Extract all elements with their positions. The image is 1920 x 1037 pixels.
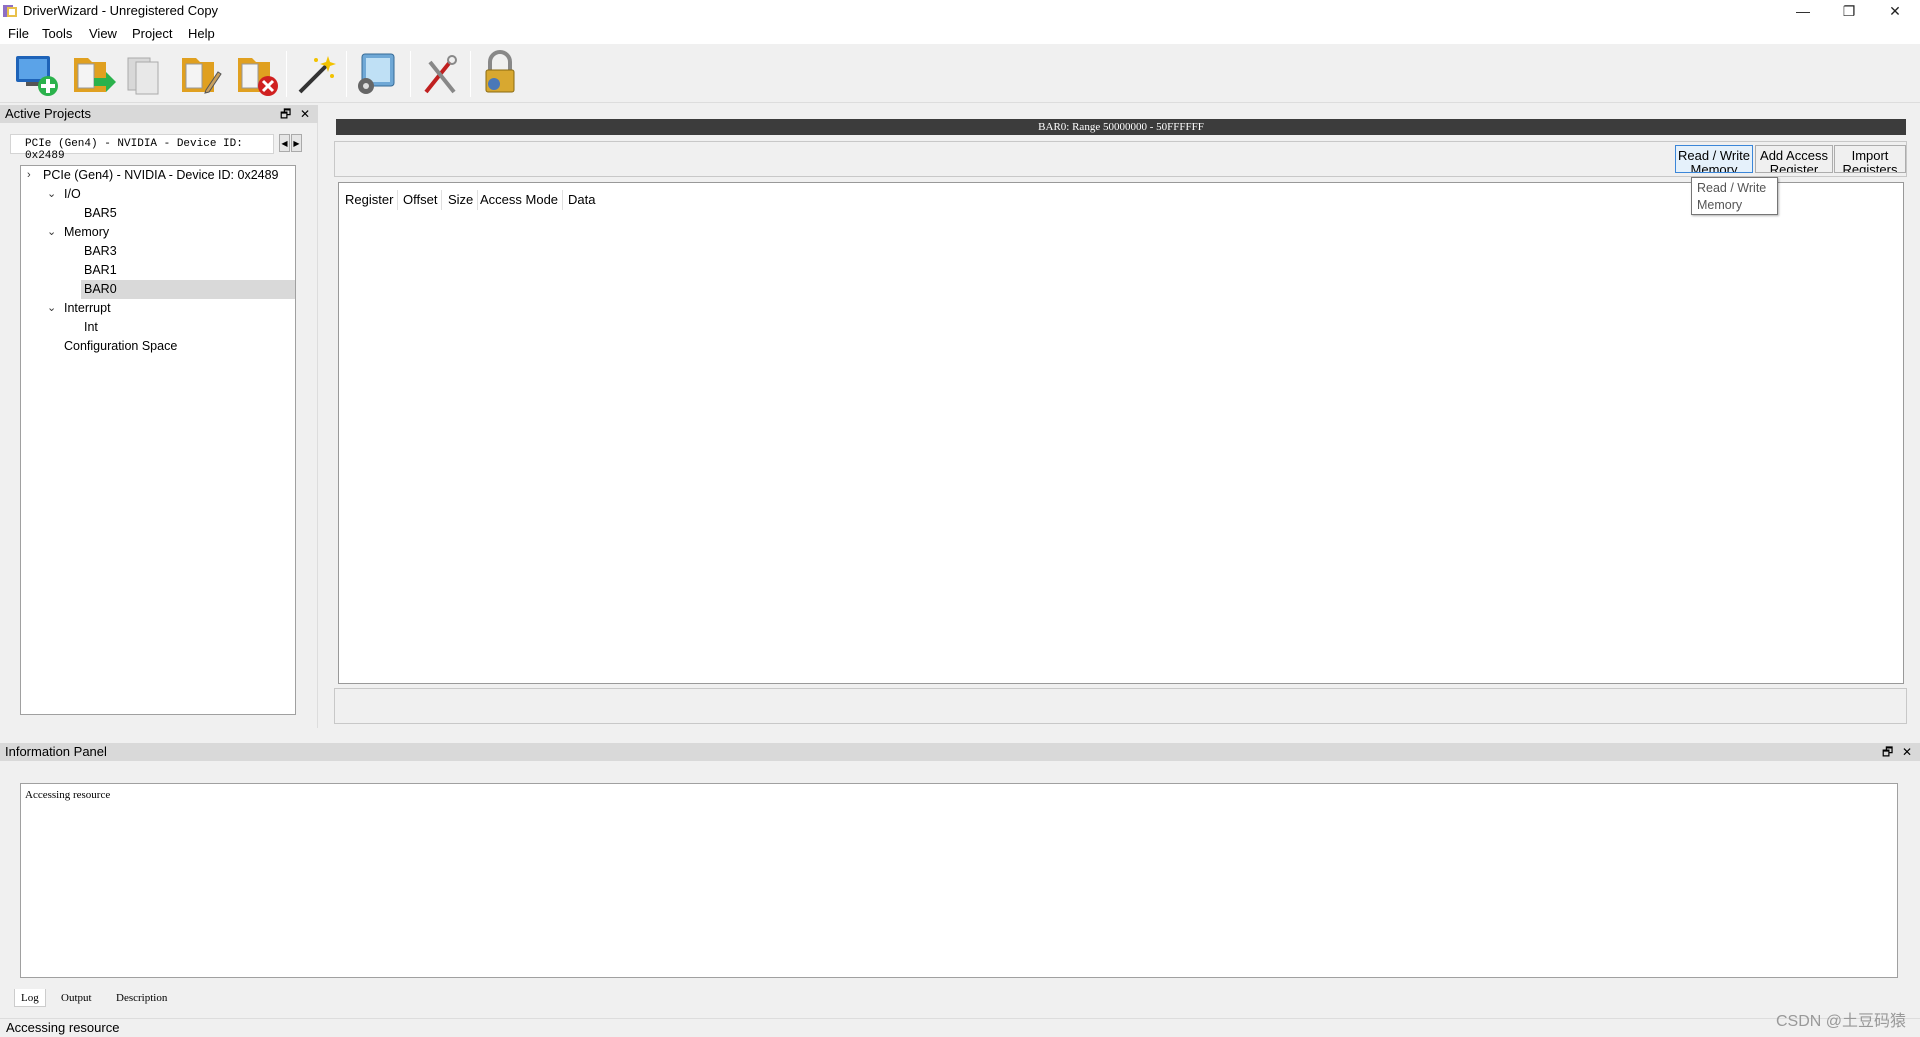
close-icon[interactable]: ✕ (300, 105, 310, 123)
information-panel-header: Information Panel 🗗 ✕ (0, 743, 1920, 761)
toolbar (0, 45, 1920, 103)
register-toolbar: Read / Write Memory Add Access Register … (334, 141, 1907, 177)
menu-project[interactable]: Project (132, 26, 172, 41)
column-offset[interactable]: Offset (403, 190, 443, 210)
watermark: CSDN @土豆码猿 (1775, 1013, 1906, 1030)
import-registers-button[interactable]: Import Registers (1834, 145, 1906, 173)
wizard-wand-icon[interactable] (292, 50, 340, 98)
expand-icon[interactable]: › (27, 166, 31, 185)
tree-item-device[interactable]: PCIe (Gen4) - NVIDIA - Device ID: 0x2489 (43, 166, 279, 185)
status-bar: Accessing resource (0, 1018, 1920, 1036)
save-project-icon[interactable] (122, 50, 170, 98)
edit-project-icon[interactable] (176, 50, 224, 98)
window-title: DriverWizard - Unregistered Copy (23, 3, 219, 18)
close-button[interactable]: ✕ (1872, 0, 1918, 22)
column-register[interactable]: Register (345, 190, 399, 210)
column-size[interactable]: Size (448, 190, 479, 210)
tree-item-int[interactable]: Int (84, 318, 98, 337)
tree-item-bar0[interactable]: BAR0 (81, 280, 295, 299)
status-text: Accessing resource (6, 1020, 120, 1035)
device-config-icon[interactable] (352, 50, 400, 98)
minimize-button[interactable]: — (1780, 0, 1826, 22)
title-bar: DriverWizard - Unregistered Copy — ❐ ✕ (0, 0, 1920, 22)
lock-icon[interactable] (476, 50, 524, 98)
project-tab[interactable]: PCIe (Gen4) - NVIDIA - Device ID: 0x2489 (10, 134, 274, 162)
tooltip: Read / Write Memory (1691, 177, 1778, 215)
collapse-icon[interactable]: ⌄ (47, 299, 56, 318)
add-access-register-button[interactable]: Add Access Register (1755, 145, 1833, 173)
tooltip-line: Read / Write (1697, 181, 1767, 195)
project-tree: › PCIe (Gen4) - NVIDIA - Device ID: 0x24… (20, 165, 296, 715)
column-access-mode[interactable]: Access Mode (480, 190, 564, 210)
tree-item-config-space[interactable]: Configuration Space (64, 337, 177, 356)
active-projects-header: Active Projects 🗗 ✕ (0, 105, 318, 123)
float-icon[interactable]: 🗗 (280, 105, 291, 123)
tree-item-io[interactable]: I/O (64, 185, 81, 204)
tree-item-bar5[interactable]: BAR5 (84, 204, 117, 223)
float-icon[interactable]: 🗗 (1882, 743, 1893, 761)
log-output[interactable]: Accessing resource (20, 783, 1898, 978)
read-write-memory-button[interactable]: Read / Write Memory (1675, 145, 1753, 173)
open-project-icon[interactable] (68, 50, 116, 98)
tooltip-line: Memory (1697, 198, 1743, 212)
close-project-icon[interactable] (232, 50, 280, 98)
tab-output[interactable]: Output (55, 989, 98, 1007)
scroll-left-icon[interactable]: ◀ (279, 134, 290, 152)
collapse-icon[interactable]: ⌄ (47, 185, 56, 204)
tree-item-bar1[interactable]: BAR1 (84, 261, 117, 280)
collapse-icon[interactable]: ⌄ (47, 223, 56, 242)
app-icon (3, 5, 17, 17)
register-footer (334, 688, 1907, 724)
tab-description[interactable]: Description (110, 989, 173, 1007)
column-data[interactable]: Data (568, 190, 599, 210)
tree-item-interrupt[interactable]: Interrupt (64, 299, 111, 318)
menu-view[interactable]: View (89, 26, 117, 41)
menu-file[interactable]: File (8, 26, 29, 41)
menu-help[interactable]: Help (188, 26, 215, 41)
tools-icon[interactable] (416, 50, 464, 98)
menu-tools[interactable]: Tools (42, 26, 72, 41)
new-project-icon[interactable] (12, 50, 60, 98)
panel-title: Information Panel (5, 744, 107, 759)
menu-bar: File Tools View Project Help (0, 22, 1920, 44)
bar-range-header: BAR0: Range 50000000 - 50FFFFFF (336, 119, 1906, 135)
tree-item-memory[interactable]: Memory (64, 223, 109, 242)
scroll-right-icon[interactable]: ▶ (291, 134, 302, 152)
panel-title: Active Projects (5, 106, 91, 121)
tab-log[interactable]: Log (14, 989, 46, 1007)
restore-button[interactable]: ❐ (1826, 0, 1872, 22)
tree-item-bar3[interactable]: BAR3 (84, 242, 117, 261)
register-table: Register Offset Size Access Mode Data (338, 182, 1904, 684)
close-icon[interactable]: ✕ (1902, 743, 1912, 761)
log-line: Accessing resource (25, 789, 111, 801)
